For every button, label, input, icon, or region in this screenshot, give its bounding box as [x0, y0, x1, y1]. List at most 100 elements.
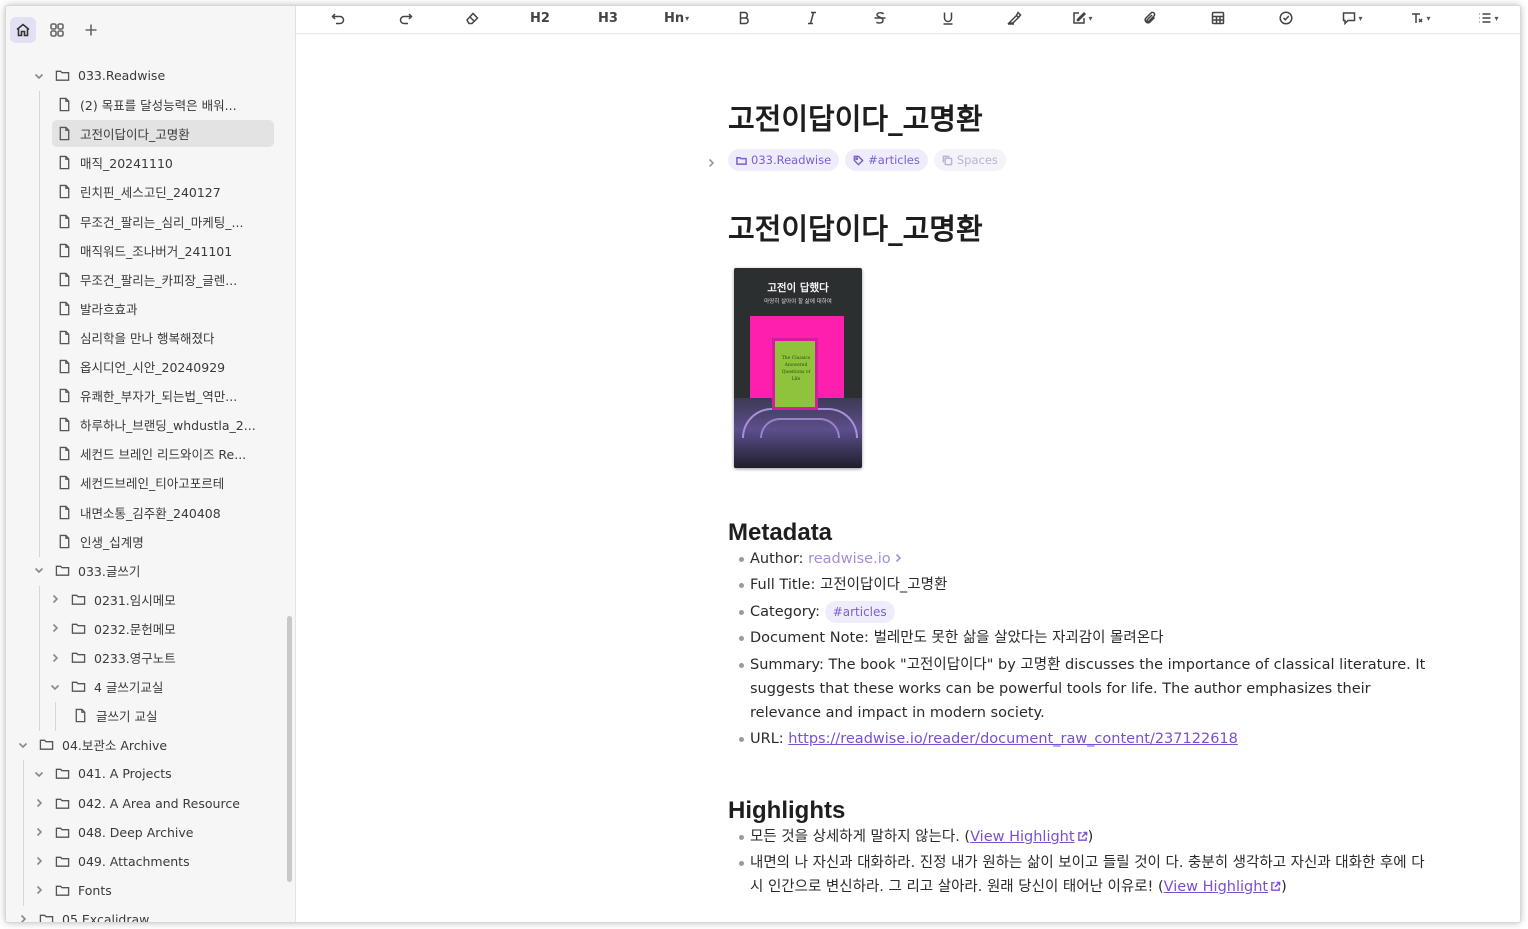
- folder-tag[interactable]: 033.Readwise: [728, 149, 840, 171]
- chevron-down-icon[interactable]: [48, 680, 62, 694]
- chevron-down-icon[interactable]: [32, 767, 46, 781]
- underline-icon[interactable]: [936, 7, 960, 29]
- table-icon[interactable]: [1206, 7, 1230, 29]
- file-icon: [56, 504, 72, 520]
- sidebar-scrollbar[interactable]: [287, 616, 292, 882]
- sidebar-folder[interactable]: 0231.임시메모: [48, 586, 276, 613]
- sidebar-file[interactable]: 발라흐효과: [52, 295, 274, 322]
- chevron-right-icon[interactable]: [48, 621, 62, 635]
- sidebar-file[interactable]: 매직워드_조나버거_241101: [52, 237, 274, 264]
- sidebar-item-label: 유쾌한_부자가_되는법_역만...: [80, 389, 238, 405]
- sidebar-file[interactable]: 무조건_팔리는_카피장_글렌...: [52, 266, 274, 293]
- note-title[interactable]: 고전이답이다_고명환: [728, 96, 983, 138]
- file-icon: [56, 300, 72, 316]
- sidebar-file[interactable]: 세컨드브레인_티아고포르테: [52, 469, 274, 496]
- folder-icon: [70, 650, 86, 666]
- chevron-right-icon[interactable]: [32, 883, 46, 897]
- strikethrough-icon[interactable]: [868, 7, 892, 29]
- undo-icon[interactable]: [326, 7, 350, 29]
- text-format-icon[interactable]: ▾: [1408, 7, 1432, 29]
- sidebar-file[interactable]: 하루하나_브랜딩_whdustla_2...: [52, 411, 274, 438]
- sidebar-folder[interactable]: 05.Excalidraw: [16, 906, 276, 922]
- sidebar-folder[interactable]: 033.Readwise: [32, 62, 276, 89]
- chevron-right-icon[interactable]: [48, 592, 62, 606]
- sidebar-folder[interactable]: 042. A Area and Resource: [32, 790, 276, 817]
- grid-icon[interactable]: [44, 17, 70, 43]
- sidebar-file[interactable]: 심리학을 만나 행복해졌다: [52, 324, 274, 351]
- sidebar-file[interactable]: 인생_십계명: [52, 528, 274, 555]
- editor-pane: H2 H3 Hn ▾ ▾ ▾ ▾ ▾ 고전이답이다_고명환 033.Readwis…: [296, 6, 1520, 922]
- sidebar-folder[interactable]: 049. Attachments: [32, 848, 276, 875]
- callout-icon[interactable]: ▾: [1340, 7, 1364, 29]
- sidebar-file[interactable]: 린치핀_세스고딘_240127: [52, 178, 274, 205]
- eraser-icon[interactable]: [460, 7, 484, 29]
- folder-icon: [38, 737, 54, 753]
- sidebar-folder[interactable]: 041. A Projects: [32, 760, 276, 787]
- list-icon[interactable]: ▾: [1476, 7, 1500, 29]
- edit-icon[interactable]: ▾: [1070, 7, 1094, 29]
- redo-icon[interactable]: [394, 7, 418, 29]
- sidebar-file[interactable]: 세컨드 브레인 리드와이즈 Re...: [52, 440, 274, 467]
- tag-icon: [853, 155, 864, 166]
- sidebar-item-label: 05.Excalidraw: [62, 911, 150, 922]
- highlighter-icon[interactable]: [1002, 7, 1026, 29]
- chevron-right-icon[interactable]: [32, 854, 46, 868]
- sidebar-item-label: 린치핀_세스고딘_240127: [80, 185, 221, 201]
- articles-tag[interactable]: #articles: [845, 149, 928, 171]
- metadata-url: URL: https://readwise.io/reader/document…: [739, 727, 1420, 751]
- sidebar-folder[interactable]: 033.글쓰기: [32, 557, 276, 584]
- chevron-right-icon[interactable]: [48, 651, 62, 665]
- folder-icon: [54, 766, 70, 782]
- sidebar-item-label: 옵시디언_시안_20240929: [80, 360, 226, 375]
- chevron-right-icon[interactable]: [32, 796, 46, 810]
- summary-value: The book "고전이답이다" by 고명환 discusses the i…: [750, 657, 1426, 721]
- sidebar-item-label: 글쓰기 교실: [96, 709, 158, 725]
- sidebar-file[interactable]: 유쾌한_부자가_되는법_역만...: [52, 382, 274, 409]
- heading-2-button[interactable]: H2: [528, 7, 552, 29]
- sidebar-file[interactable]: (2) 목표를 달성능력은 배워...: [52, 91, 274, 118]
- category-tag[interactable]: #articles: [824, 601, 895, 623]
- sidebar-file[interactable]: 고전이답이다_고명환: [52, 120, 274, 148]
- plus-icon[interactable]: [78, 17, 104, 43]
- indent-guide: [23, 760, 24, 906]
- spaces-tag[interactable]: Spaces: [933, 149, 1006, 171]
- sidebar-folder[interactable]: Fonts: [32, 877, 276, 904]
- heading-n-button[interactable]: Hn ▾: [664, 7, 689, 29]
- metadata-author: Author: readwise.io: [739, 547, 1420, 571]
- sidebar-folder[interactable]: 0233.영구노트: [48, 644, 276, 671]
- home-icon[interactable]: [10, 17, 36, 43]
- editor-toolbar: H2 H3 Hn ▾ ▾ ▾ ▾ ▾: [296, 6, 1520, 34]
- chevron-down-icon[interactable]: [16, 738, 30, 752]
- chevron-right-icon[interactable]: [16, 912, 30, 922]
- heading-3-button[interactable]: H3: [596, 7, 620, 29]
- sidebar-file[interactable]: 매직_20241110: [52, 149, 274, 176]
- sidebar-file[interactable]: 내면소통_김주환_240408: [52, 499, 274, 526]
- sidebar-folder[interactable]: 04.보관소 Archive: [16, 731, 276, 758]
- view-highlight-link[interactable]: View Highlight: [970, 829, 1074, 845]
- articles-tag-label: #articles: [868, 153, 920, 167]
- sidebar-item-label: 033.Readwise: [78, 68, 166, 83]
- sidebar-item-label: 0231.임시메모: [94, 592, 176, 608]
- sidebar-folder[interactable]: 4 글쓰기교실: [48, 673, 276, 700]
- italic-icon[interactable]: [800, 7, 824, 29]
- bold-icon[interactable]: [732, 7, 756, 29]
- url-link[interactable]: https://readwise.io/reader/document_raw_…: [788, 731, 1238, 747]
- author-link[interactable]: readwise.io: [808, 551, 891, 567]
- metadata-summary: Summary: The book "고전이답이다" by 고명환 discus…: [739, 653, 1432, 725]
- indent-guide: [39, 91, 40, 557]
- sidebar-folder[interactable]: 0232.문헌메모: [48, 615, 276, 642]
- chevron-down-icon[interactable]: [32, 69, 46, 83]
- sidebar-file[interactable]: 옵시디언_시안_20240929: [52, 353, 274, 380]
- checkbox-icon[interactable]: [1274, 7, 1298, 29]
- view-highlight-link[interactable]: View Highlight: [1164, 879, 1268, 895]
- chevron-right-icon: [893, 547, 903, 563]
- indent-guide: [55, 702, 56, 732]
- chevron-right-icon[interactable]: [706, 153, 718, 168]
- sidebar-file[interactable]: 글쓰기 교실: [68, 702, 274, 729]
- chevron-right-icon[interactable]: [32, 825, 46, 839]
- sidebar-folder[interactable]: 048. Deep Archive: [32, 819, 276, 846]
- cover-green-panel: The Classics Answered Questions of Life: [772, 338, 818, 410]
- chevron-down-icon[interactable]: [32, 563, 46, 577]
- sidebar-file[interactable]: 무조건_팔리는_심리_마케팅_...: [52, 208, 274, 235]
- paperclip-icon[interactable]: [1138, 7, 1162, 29]
